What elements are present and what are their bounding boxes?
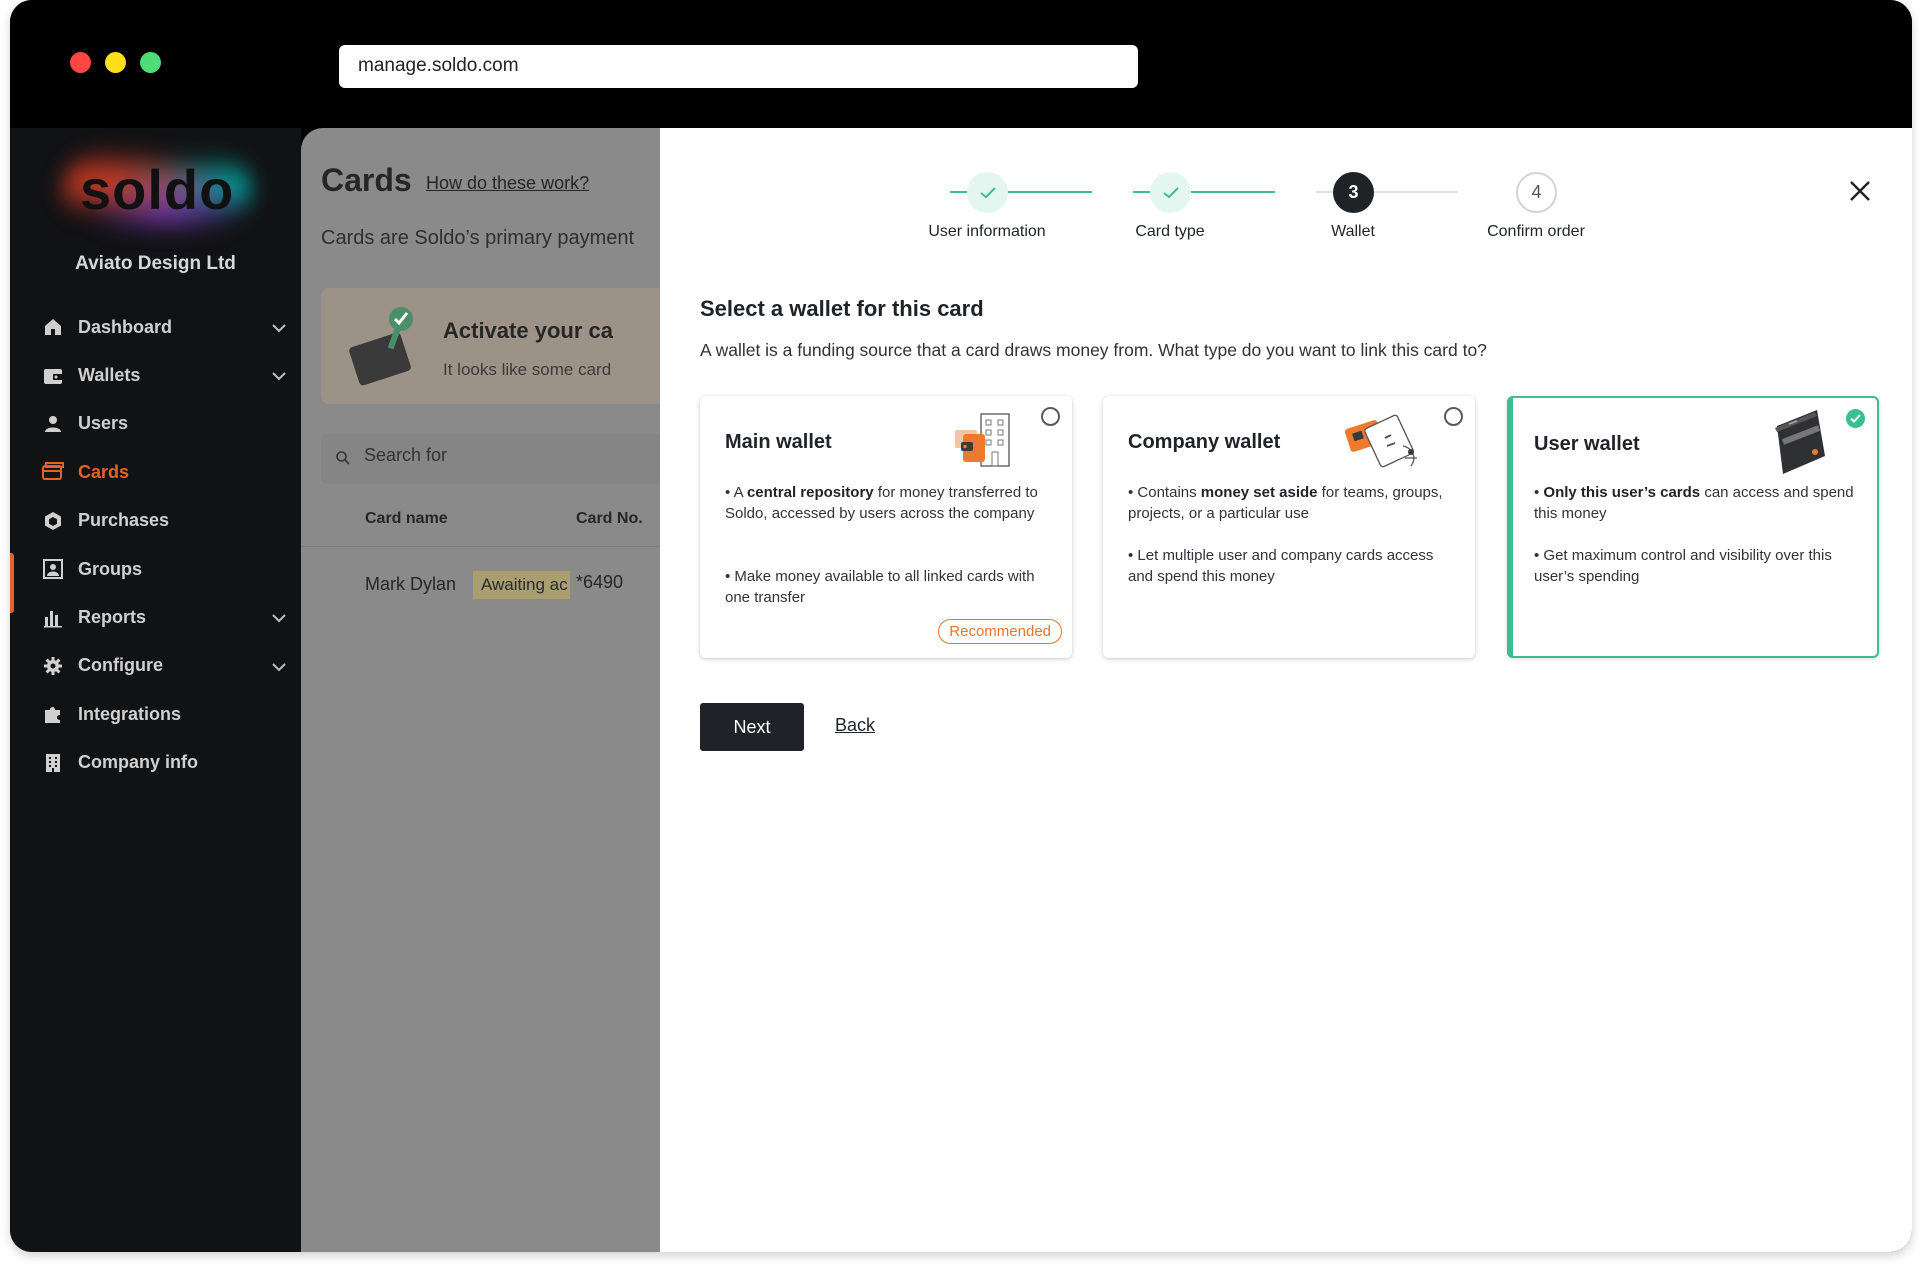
- radio-button[interactable]: [1041, 407, 1060, 426]
- wallet-title: User wallet: [1534, 433, 1640, 455]
- chevron-down-icon[interactable]: [272, 317, 286, 338]
- building-wallet-icon: [955, 413, 1010, 467]
- next-button[interactable]: Next: [700, 703, 804, 751]
- chevron-down-icon[interactable]: [272, 365, 286, 386]
- address-bar[interactable]: manage.soldo.com: [339, 45, 1138, 88]
- browser-titlebar: manage.soldo.com: [10, 0, 1912, 128]
- back-link[interactable]: Back: [835, 715, 875, 736]
- cards-page-overlay: Cards How do these work? Cards are Soldo…: [301, 128, 660, 1252]
- sidebar-item-company-info[interactable]: Company info: [42, 739, 292, 787]
- sidebar-nav: Dashboard Wallets Users Cards Purchases: [42, 303, 292, 787]
- user-card-icon: [1775, 410, 1825, 474]
- sidebar-item-label: Cards: [78, 461, 130, 482]
- wallet-title: Main wallet: [725, 431, 832, 453]
- sidebar-item-label: Wallets: [78, 365, 141, 386]
- sidebar-item-label: Company info: [78, 752, 198, 773]
- sidebar-item-cards[interactable]: Cards: [42, 448, 292, 496]
- puzzle-icon: [42, 703, 64, 725]
- wallet-option-main[interactable]: Main wallet • A central repository for m…: [700, 396, 1072, 658]
- sidebar-item-wallets[interactable]: Wallets: [42, 351, 292, 399]
- check-icon: [1162, 186, 1179, 198]
- groups-icon: [42, 558, 64, 580]
- banner-text: It looks like some card: [443, 360, 612, 379]
- company-name: Aviato Design Ltd: [75, 253, 236, 274]
- browser-window: manage.soldo.com soldo Aviato Design Ltd…: [10, 0, 1912, 1252]
- chevron-down-icon[interactable]: [272, 607, 286, 628]
- reports-icon: [42, 607, 64, 629]
- modal-heading: Select a wallet for this card: [700, 296, 984, 321]
- sidebar-item-label: Users: [78, 413, 129, 434]
- sidebar-item-configure[interactable]: Configure: [42, 642, 292, 690]
- table-cell-name: Mark Dylan: [365, 574, 457, 594]
- close-modal-button[interactable]: [1845, 176, 1875, 206]
- step-4-circle: 4: [1516, 172, 1557, 213]
- page-subtitle: Cards are Soldo’s primary payment: [321, 227, 635, 249]
- divider: [301, 546, 660, 547]
- sidebar-item-label: Groups: [78, 558, 143, 579]
- banner-title: Activate your ca: [443, 318, 613, 343]
- sidebar-item-label: Dashboard: [78, 316, 173, 337]
- sidebar-item-label: Reports: [78, 607, 147, 628]
- order-card-modal: 3 4 User information Card type Wallet Co…: [660, 128, 1912, 1252]
- column-header-card-name[interactable]: Card name: [365, 510, 448, 528]
- wallet-bullet: • A central repository for money transfe…: [725, 484, 1038, 522]
- wallet-bullet: • Let multiple user and company cards ac…: [1128, 547, 1434, 585]
- check-icon: [1850, 414, 1861, 423]
- close-window-button[interactable]: [70, 52, 91, 73]
- close-icon: [1850, 181, 1870, 201]
- sidebar: soldo Aviato Design Ltd Dashboard Wallet…: [10, 128, 301, 1252]
- radio-button[interactable]: [1444, 407, 1463, 426]
- user-icon: [42, 413, 64, 435]
- sidebar-item-label: Purchases: [78, 510, 170, 531]
- sidebar-item-label: Integrations: [78, 703, 182, 724]
- help-link[interactable]: How do these work?: [426, 173, 589, 194]
- step-1-circle: [967, 172, 1008, 213]
- radio-button-checked[interactable]: [1846, 409, 1865, 428]
- active-indicator: [10, 553, 14, 613]
- sidebar-item-dashboard[interactable]: Dashboard: [42, 303, 292, 351]
- step-label: User information: [928, 223, 1046, 240]
- check-icon: [979, 186, 996, 198]
- step-label: Confirm order: [1487, 223, 1585, 240]
- step-3-circle: 3: [1333, 172, 1374, 213]
- page-title: Cards: [321, 162, 412, 198]
- wallet-bullet: • Only this user’s cards can access and …: [1534, 484, 1854, 522]
- maximize-window-button[interactable]: [140, 52, 161, 73]
- step-label: Wallet: [1331, 223, 1375, 240]
- stepper: 3 4 User information Card type Wallet Co…: [660, 128, 1912, 248]
- wallet-option-user[interactable]: User wallet • Only this user’s cards can…: [1507, 396, 1879, 658]
- building-icon: [42, 752, 64, 774]
- wallet-option-company[interactable]: Company wallet • Contains money set asid…: [1103, 396, 1475, 658]
- modal-description: A wallet is a funding source that a card…: [700, 340, 1487, 360]
- soldo-logo[interactable]: soldo: [62, 150, 252, 230]
- gear-icon: [42, 655, 64, 677]
- step-label: Card type: [1135, 223, 1205, 240]
- wallet-title: Company wallet: [1128, 431, 1281, 453]
- shared-cards-icon: [1344, 414, 1417, 468]
- card-illustration: [349, 307, 413, 386]
- column-header-card-no[interactable]: Card No.: [576, 510, 643, 528]
- wallet-bullet: • Get maximum control and visibility ove…: [1534, 547, 1832, 585]
- wallet-bullet: • Contains money set aside for teams, gr…: [1128, 484, 1443, 522]
- chevron-down-icon[interactable]: [272, 656, 286, 677]
- sidebar-item-reports[interactable]: Reports: [42, 593, 292, 641]
- wallet-icon: [42, 365, 64, 387]
- card-icon: [42, 461, 64, 483]
- wallet-bullet: • Make money available to all linked car…: [725, 568, 1035, 606]
- step-2-circle: [1150, 172, 1191, 213]
- table-cell-card-no: *6490: [576, 572, 624, 592]
- purchases-icon: [42, 510, 64, 532]
- sidebar-item-label: Configure: [78, 655, 163, 676]
- search-icon: [335, 450, 351, 471]
- recommended-badge: Recommended: [938, 619, 1062, 644]
- sidebar-item-users[interactable]: Users: [42, 400, 292, 448]
- sidebar-item-purchases[interactable]: Purchases: [42, 497, 292, 545]
- search-placeholder: Search for: [364, 445, 448, 465]
- sidebar-item-integrations[interactable]: Integrations: [42, 690, 292, 738]
- status-badge: Awaiting ac: [473, 571, 570, 599]
- home-icon: [42, 316, 64, 338]
- minimize-window-button[interactable]: [105, 52, 126, 73]
- sidebar-item-groups[interactable]: Groups: [42, 545, 292, 593]
